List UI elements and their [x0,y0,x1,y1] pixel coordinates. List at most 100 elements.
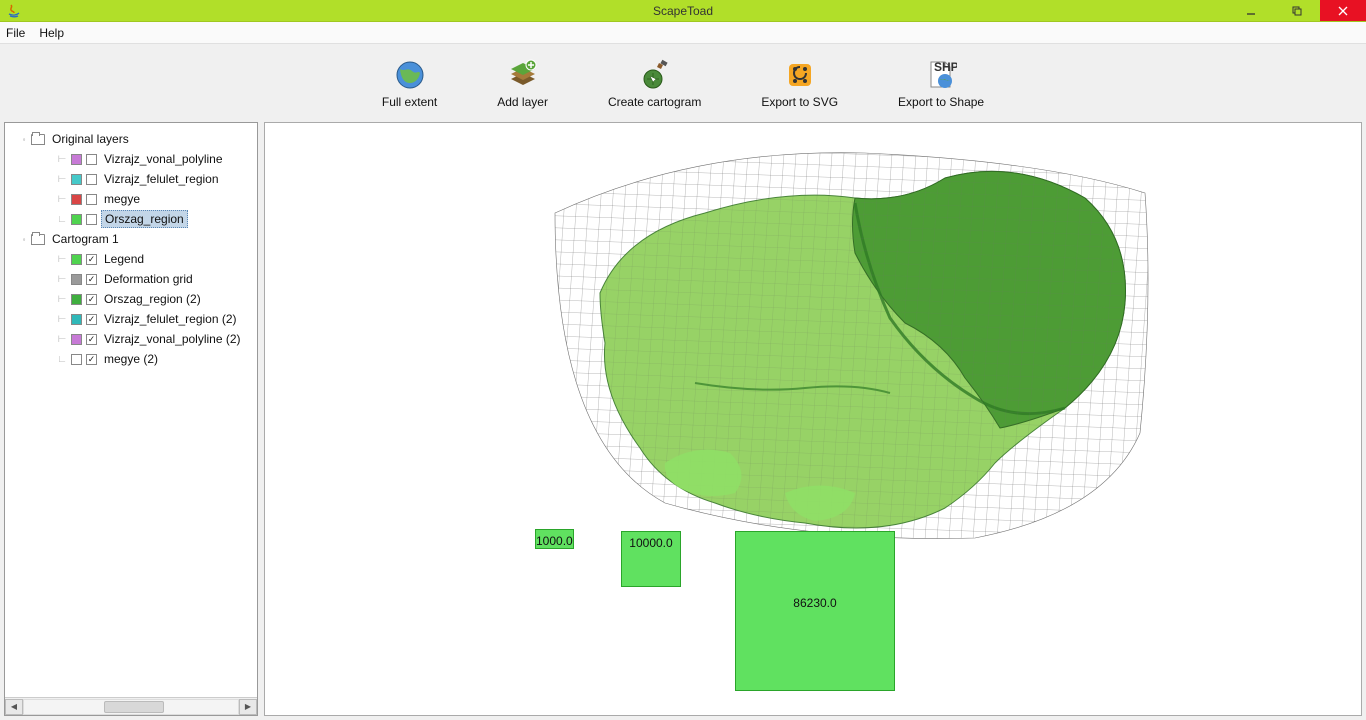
scroll-track[interactable] [23,699,239,715]
cartogram-icon [639,59,671,91]
toolbar: Full extent Add layer Create cartogram E… [0,44,1366,118]
tree-guide-icon: ∟ [55,354,69,365]
window-title: ScapeToad [653,4,713,18]
layer-label: megye [101,191,143,207]
layer-swatch-icon [71,174,82,185]
visibility-checkbox[interactable] [86,154,97,165]
export-shape-button[interactable]: SHP Export to Shape [898,59,984,109]
layer-tree[interactable]: ◦ Original layers ⊢ Vizrajz_vonal_polyli… [5,123,257,697]
cartogram-canvas [545,143,1155,543]
toolbar-label: Create cartogram [608,95,701,109]
layer-swatch-icon [71,214,82,225]
menu-help[interactable]: Help [39,26,64,40]
visibility-checkbox[interactable]: ✓ [86,294,97,305]
layers-add-icon [507,59,539,91]
legend-value: 10000.0 [629,536,672,550]
scroll-right-icon[interactable]: ▶ [239,699,257,715]
tree-item[interactable]: ⊢ ✓ Vizrajz_felulet_region (2) [9,309,253,329]
scroll-left-icon[interactable]: ◀ [5,699,23,715]
layer-label: Deformation grid [101,271,196,287]
layer-label: Vizrajz_vonal_polyline [101,151,226,167]
layer-swatch-icon [71,314,82,325]
tree-guide-icon: ⊢ [55,154,69,165]
titlebar: ScapeToad [0,0,1366,22]
visibility-checkbox[interactable] [86,194,97,205]
maximize-button[interactable] [1274,0,1320,21]
toolbar-label: Add layer [497,95,548,109]
tree-item[interactable]: ⊢ Vizrajz_felulet_region [9,169,253,189]
layer-label: Vizrajz_felulet_region (2) [101,311,240,327]
group-label: Original layers [49,131,132,147]
tree-group-cartogram[interactable]: ◦ Cartogram 1 [9,229,253,249]
scroll-thumb[interactable] [104,701,164,713]
close-button[interactable] [1320,0,1366,21]
shape-export-icon: SHP [925,59,957,91]
tree-item[interactable]: ⊢ ✓ Deformation grid [9,269,253,289]
layer-label: megye (2) [101,351,161,367]
window-buttons [1228,0,1366,21]
tree-guide-icon: ⊢ [55,314,69,325]
tree-guide-icon: ⊢ [55,254,69,265]
tree-guide-icon: ⊢ [55,194,69,205]
tree-guide-icon: ⊢ [55,294,69,305]
tree-item[interactable]: ⊢ ✓ Legend [9,249,253,269]
tree-item[interactable]: ⊢ ✓ Vizrajz_vonal_polyline (2) [9,329,253,349]
tree-guide-icon: ⊢ [55,334,69,345]
create-cartogram-button[interactable]: Create cartogram [608,59,701,109]
layer-label: Orszag_region (2) [101,291,204,307]
legend-value: 86230.0 [793,596,836,610]
tree-item[interactable]: ⊢ Vizrajz_vonal_polyline [9,149,253,169]
map-view[interactable]: 1000.0 10000.0 86230.0 [264,122,1362,716]
visibility-checkbox[interactable]: ✓ [86,314,97,325]
visibility-checkbox[interactable]: ✓ [86,354,97,365]
svg-text:SHP: SHP [934,60,957,74]
toolbar-label: Export to SVG [761,95,838,109]
layer-swatch-icon [71,254,82,265]
layer-label: Orszag_region [101,210,188,228]
tree-guide-icon: ∟ [55,214,69,225]
toolbar-label: Full extent [382,95,437,109]
export-svg-button[interactable]: Export to SVG [761,59,838,109]
group-label: Cartogram 1 [49,231,122,247]
visibility-checkbox[interactable]: ✓ [86,334,97,345]
legend-box-medium: 10000.0 [621,531,681,587]
svg-export-icon [784,59,816,91]
layer-swatch-icon [71,154,82,165]
tree-guide-icon: ⊢ [55,274,69,285]
layer-swatch-icon [71,274,82,285]
tree-item[interactable]: ∟ ✓ megye (2) [9,349,253,369]
visibility-checkbox[interactable] [86,214,97,225]
toolbar-label: Export to Shape [898,95,984,109]
expand-toggle-icon[interactable]: ◦ [19,234,29,244]
layer-label: Legend [101,251,147,267]
visibility-checkbox[interactable]: ✓ [86,254,97,265]
layer-swatch-icon [71,334,82,345]
visibility-checkbox[interactable]: ✓ [86,274,97,285]
folder-icon [31,234,45,245]
full-extent-button[interactable]: Full extent [382,59,437,109]
menubar: File Help [0,22,1366,44]
layer-label: Vizrajz_vonal_polyline (2) [101,331,244,347]
tree-group-original[interactable]: ◦ Original layers [9,129,253,149]
layer-swatch-icon [71,294,82,305]
layer-panel: ◦ Original layers ⊢ Vizrajz_vonal_polyli… [4,122,258,716]
add-layer-button[interactable]: Add layer [497,59,548,109]
horizontal-scrollbar[interactable]: ◀ ▶ [5,697,257,715]
layer-swatch-icon [71,194,82,205]
globe-icon [394,59,426,91]
menu-file[interactable]: File [6,26,25,40]
layer-swatch-icon [71,354,82,365]
folder-icon [31,134,45,145]
minimize-button[interactable] [1228,0,1274,21]
content-area: ◦ Original layers ⊢ Vizrajz_vonal_polyli… [0,118,1366,720]
legend-box-large: 86230.0 [735,531,895,691]
expand-toggle-icon[interactable]: ◦ [19,134,29,144]
tree-guide-icon: ⊢ [55,174,69,185]
tree-item[interactable]: ⊢ megye [9,189,253,209]
visibility-checkbox[interactable] [86,174,97,185]
layer-label: Vizrajz_felulet_region [101,171,222,187]
java-app-icon [6,3,22,19]
tree-item[interactable]: ⊢ ✓ Orszag_region (2) [9,289,253,309]
legend-value: 1000.0 [535,529,574,549]
tree-item[interactable]: ∟ Orszag_region [9,209,253,229]
